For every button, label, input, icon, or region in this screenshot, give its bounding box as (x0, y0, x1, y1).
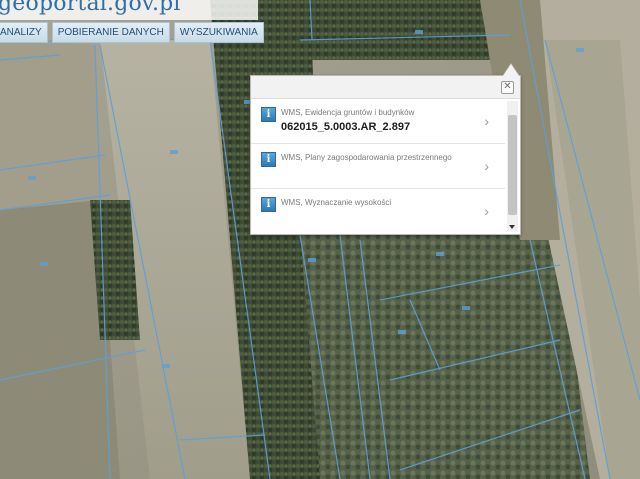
popup-pointer (503, 64, 519, 76)
row-title: WMS, Ewidencja gruntów i budynków (281, 108, 415, 117)
popup-rows: i WMS, Ewidencja gruntów i budynków 0620… (251, 99, 505, 233)
scroll-down-icon[interactable] (509, 225, 515, 229)
row-title: WMS, Wyznaczanie wysokości (281, 198, 392, 207)
popup-scrollbar[interactable] (507, 101, 518, 231)
chevron-right-icon[interactable]: › (484, 158, 489, 174)
popup-header: ✕ (251, 76, 520, 99)
popup-row-egib[interactable]: i WMS, Ewidencja gruntów i budynków 0620… (251, 99, 505, 144)
row-title: WMS, Plany zagospodarowania przestrzenne… (281, 153, 452, 162)
chevron-right-icon[interactable]: › (484, 203, 489, 219)
nav-pobieranie-danych[interactable]: POBIERANIE DANYCH (51, 22, 170, 43)
info-icon: i (261, 197, 276, 212)
header-bar: geoportal.gov.pl (0, 0, 258, 20)
info-icon: i (261, 107, 276, 122)
info-icon: i (261, 152, 276, 167)
main-nav: ANALIZY POBIERANIE DANYCH WYSZUKIWANIA (0, 22, 264, 43)
scroll-thumb[interactable] (508, 115, 517, 215)
chevron-right-icon[interactable]: › (484, 113, 489, 129)
close-icon[interactable]: ✕ (501, 81, 514, 94)
nav-wyszukiwania[interactable]: WYSZUKIWANIA (173, 22, 264, 43)
nav-analizy[interactable]: ANALIZY (0, 22, 48, 43)
popup-row-wysokosci[interactable]: i WMS, Wyznaczanie wysokości › (251, 189, 505, 233)
parcel-id: 062015_5.0003.AR_2.897 (281, 121, 411, 133)
popup-row-plany[interactable]: i WMS, Plany zagospodarowania przestrzen… (251, 144, 505, 189)
map-canvas[interactable] (0, 0, 640, 479)
feature-info-popup: ✕ i WMS, Ewidencja gruntów i budynków 06… (250, 64, 521, 235)
geoportal-logo[interactable]: geoportal.gov.pl (0, 0, 181, 16)
